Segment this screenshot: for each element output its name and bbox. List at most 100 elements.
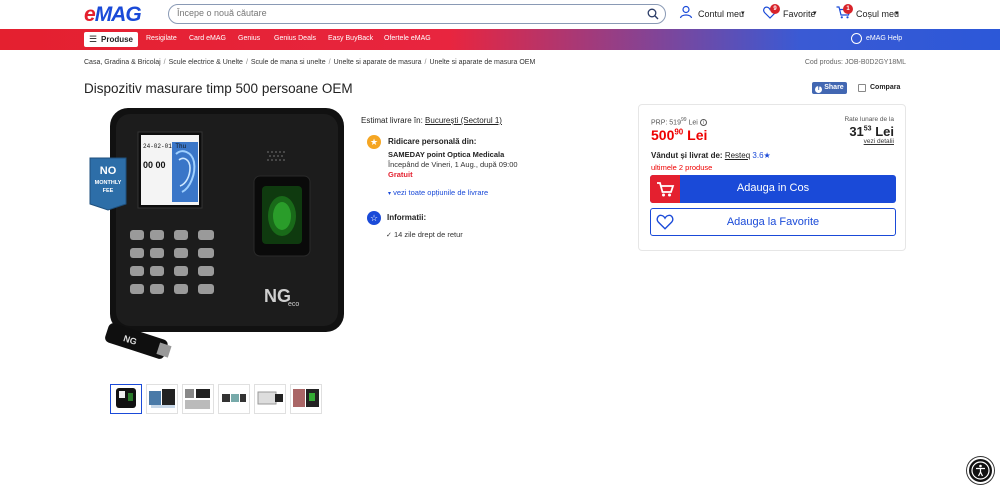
checkbox-icon xyxy=(858,84,866,92)
thumbnail-1[interactable] xyxy=(110,384,142,414)
seller-info: Vândut și livrat de: Resteq 3.6★ xyxy=(651,151,771,160)
more-delivery-options-link[interactable]: ▾ vezi toate opțiunile de livrare xyxy=(388,188,488,197)
logo-text: MAG xyxy=(94,3,142,26)
estimate-label: Estimat livrare în: xyxy=(361,116,423,125)
pickup-point: SAMEDAY point Optica Medicala xyxy=(388,150,505,159)
price-main: 500 xyxy=(651,127,675,143)
facebook-icon: f xyxy=(815,86,823,93)
nav-link-genius[interactable]: Genius xyxy=(238,35,260,42)
rate-currency: Lei xyxy=(875,124,894,139)
accessibility-icon xyxy=(971,461,990,480)
breadcrumb-item[interactable]: Casa, Gradina & Bricolaj xyxy=(84,59,161,66)
svg-text:FEE: FEE xyxy=(103,188,114,194)
cart-menu[interactable]: 1 Coșul meu ▾ xyxy=(836,4,906,24)
produse-label: Produse xyxy=(101,35,134,44)
add-to-favorites-label: Adauga la Favorite xyxy=(726,216,820,228)
seller-rating: 3.6 xyxy=(752,151,764,160)
chevron-down-icon: ▾ xyxy=(388,191,392,197)
time-clock-device-illustration: NG eco 24-02-01 Thu 00 00 NG NO MONTHLY … xyxy=(89,108,344,359)
thumbnail-2[interactable] xyxy=(146,384,178,414)
nav-link-card-emag[interactable]: Card eMAG xyxy=(189,35,226,42)
svg-text:NO: NO xyxy=(100,165,117,177)
prp-decimals: 99 xyxy=(680,117,687,123)
breadcrumb-item[interactable]: Scule electrice & Unelte xyxy=(169,59,243,66)
account-menu[interactable]: Contul meu ▾ xyxy=(679,4,751,24)
chevron-down-icon: ▾ xyxy=(741,10,745,17)
facebook-share-button[interactable]: f Share xyxy=(812,82,847,94)
compare-label: Compara xyxy=(870,84,901,91)
installment-label: Rate lunare de la xyxy=(844,116,894,123)
page-title: Dispozitiv masurare timp 500 persoane OE… xyxy=(84,81,353,96)
installment-price: 3153 Lei xyxy=(849,124,894,139)
user-icon xyxy=(679,5,693,19)
nav-link-resigilate[interactable]: Resigilate xyxy=(146,35,177,42)
screen-time: 00 00 xyxy=(143,160,166,170)
menu-icon: ☰ xyxy=(89,34,98,44)
thumbnail-6[interactable] xyxy=(290,384,322,414)
cart-count-badge: 1 xyxy=(843,4,853,14)
share-label: Share xyxy=(824,84,844,91)
nav-link-ofertele-emag[interactable]: Ofertele eMAG xyxy=(384,35,431,42)
current-price: 50090 Lei xyxy=(651,127,707,143)
prp-value: PRP: 519 xyxy=(651,119,681,127)
favorites-menu[interactable]: 9 Favorite ▾ xyxy=(763,4,825,24)
product-main-image[interactable]: NG eco 24-02-01 Thu 00 00 NG NO MONTHLY … xyxy=(86,104,348,366)
nav-link-easy-buyback[interactable]: Easy BuyBack xyxy=(328,35,373,42)
info-title: Informatii: xyxy=(387,213,427,222)
installment-details-link[interactable]: vezi detalii xyxy=(864,138,894,145)
chevron-down-icon: ▾ xyxy=(813,10,817,17)
price-decimals: 90 xyxy=(674,127,684,137)
breadcrumb-item[interactable]: Unelte si aparate de masura xyxy=(334,59,422,66)
breadcrumb-item[interactable]: Unelte si aparate de masura OEM xyxy=(429,59,535,66)
favorites-count-badge: 9 xyxy=(770,4,780,14)
pickup-price: Gratuit xyxy=(388,170,413,179)
help-label: eMAG Help xyxy=(866,35,903,42)
brand-logo: NG xyxy=(264,286,291,306)
accessibility-button[interactable] xyxy=(967,457,994,484)
favorites-label: Favorite xyxy=(783,9,816,19)
stock-note: ultimele 2 produse xyxy=(651,163,713,172)
compare-checkbox[interactable]: Compara xyxy=(852,82,906,94)
return-policy: ✓ 14 zile drept de retur xyxy=(386,230,463,239)
info-icon[interactable]: i xyxy=(699,119,707,127)
pickup-date: Începând de Vineri, 1 Aug., după 09:00 xyxy=(388,160,518,169)
chevron-down-icon: ▾ xyxy=(895,10,899,17)
rate-decimals: 53 xyxy=(863,125,872,133)
add-to-favorites-button[interactable]: Adauga la Favorite xyxy=(650,208,896,236)
add-to-cart-button[interactable]: Adauga in Cos xyxy=(650,175,896,203)
add-to-cart-label: Adauga in Cos xyxy=(736,182,810,194)
cart-label: Coșul meu xyxy=(856,9,900,19)
store-pickup-icon: ★ xyxy=(367,135,381,149)
check-icon: ✓ xyxy=(386,232,392,239)
price-currency: Lei xyxy=(687,127,708,143)
search-input[interactable] xyxy=(177,8,637,18)
rate-main: 31 xyxy=(849,124,864,139)
svg-text:eco: eco xyxy=(288,301,299,308)
search-icon[interactable] xyxy=(647,8,659,20)
nav-link-genius-deals[interactable]: Genius Deals xyxy=(274,35,316,42)
prp-currency: Lei xyxy=(688,119,698,127)
help-link[interactable]: eMAG Help xyxy=(851,33,906,46)
more-options-label: vezi toate opțiunile de livrare xyxy=(393,188,489,197)
pickup-title: Ridicare personală din: xyxy=(388,137,477,146)
breadcrumb-item[interactable]: Scule de mana si unelte xyxy=(251,59,326,66)
main-nav: ☰ Produse Resigilate Card eMAG Genius Ge… xyxy=(0,29,1000,50)
product-code: Cod produs: JOB-B0D2GY18ML xyxy=(804,59,906,66)
help-icon xyxy=(851,33,862,44)
thumbnail-4[interactable] xyxy=(218,384,250,414)
delivery-city-link[interactable]: București (Sectorul 1) xyxy=(425,116,502,125)
thumbnail-5[interactable] xyxy=(254,384,286,414)
star-icon: ★ xyxy=(763,151,771,160)
top-header: eMAG Contul meu ▾ 9 Favorite ▾ 1 Coșul m… xyxy=(0,0,1000,28)
buy-box: PRP: 51999 Lei i 50090 Lei Rate lunare d… xyxy=(638,104,906,251)
seller-link[interactable]: Resteq xyxy=(725,151,750,160)
account-label: Contul meu xyxy=(698,9,745,19)
return-policy-label: 14 zile drept de retur xyxy=(393,230,463,239)
recommended-price: PRP: 51999 Lei i xyxy=(651,117,707,127)
thumbnail-3[interactable] xyxy=(182,384,214,414)
delivery-estimate: Estimat livrare în: București (Sectorul … xyxy=(361,116,502,125)
emag-logo[interactable]: eMAG xyxy=(84,3,142,27)
search-bar[interactable] xyxy=(168,4,666,24)
produse-button[interactable]: ☰ Produse xyxy=(84,32,138,47)
screen-date: 24-02-01 Thu xyxy=(143,143,187,150)
